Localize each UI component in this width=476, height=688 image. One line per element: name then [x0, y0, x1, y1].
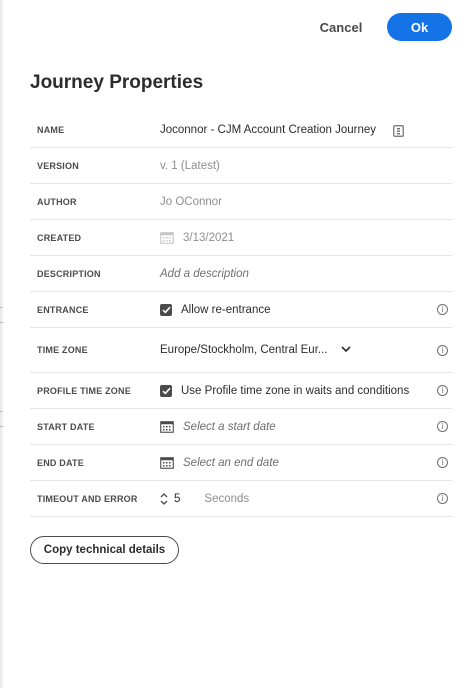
property-row-start-date: START DATE Select a start date i [30, 409, 452, 445]
property-label-profile-time-zone: PROFILE TIME ZONE [37, 385, 131, 396]
property-row-description: DESCRIPTION Add a description [30, 256, 452, 292]
info-icon[interactable]: i [437, 493, 448, 504]
end-date-placeholder: Select an end date [183, 456, 279, 469]
page-title: Journey Properties [30, 72, 204, 93]
stepper-icon[interactable] [160, 492, 168, 506]
time-zone-value: Europe/Stockholm, Central Eur... [160, 344, 328, 356]
allow-reentrance-checkbox[interactable] [160, 303, 172, 316]
profile-time-zone-checkbox[interactable] [160, 384, 172, 397]
description-field[interactable]: Add a description [160, 268, 249, 280]
property-label-created: CREATED [37, 232, 82, 243]
property-label-timeout: TIMEOUT AND ERROR [37, 493, 138, 504]
info-icon[interactable]: i [437, 457, 448, 468]
profile-time-zone-option: Use Profile time zone in waits and condi… [160, 384, 410, 397]
journey-name-field[interactable]: Joconnor - CJM Account Creation Journey [160, 124, 376, 136]
copy-technical-details-button[interactable]: Copy technical details [30, 536, 179, 564]
property-label-end-date: END DATE [37, 457, 84, 468]
created-value-wrap: 3/13/2021 [160, 231, 234, 244]
properties-table: NAME Joconnor - CJM Account Creation Jou… [30, 112, 452, 517]
time-zone-select[interactable]: Europe/Stockholm, Central Eur... [160, 344, 352, 356]
document-icon[interactable] [393, 124, 404, 137]
ok-button[interactable]: Ok [387, 13, 452, 41]
property-row-created: CREATED 3/13/2021 [30, 220, 452, 256]
allow-reentrance-label: Allow re-entrance [181, 303, 271, 316]
info-icon[interactable]: i [437, 421, 448, 432]
property-row-end-date: END DATE Select an end date i [30, 445, 452, 481]
calendar-icon[interactable] [160, 456, 174, 469]
start-date-picker[interactable]: Select a start date [160, 420, 276, 433]
property-row-timeout: TIMEOUT AND ERROR 5 Seconds i [30, 481, 452, 517]
property-label-version: VERSION [37, 160, 79, 171]
property-row-author: AUTHOR Jo OConnor [30, 184, 452, 220]
author-value: Jo OConnor [160, 195, 223, 208]
profile-time-zone-label: Use Profile time zone in waits and condi… [181, 384, 410, 397]
timeout-field: 5 Seconds [160, 492, 249, 506]
property-label-description: DESCRIPTION [37, 268, 101, 279]
cancel-button[interactable]: Cancel [306, 14, 376, 40]
start-date-placeholder: Select a start date [183, 420, 276, 433]
property-row-version: VERSION v. 1 (Latest) [30, 148, 452, 184]
property-label-name: NAME [37, 124, 65, 135]
property-row-profile-time-zone: PROFILE TIME ZONE Use Profile time zone … [30, 373, 452, 409]
timeout-value[interactable]: 5 [174, 493, 180, 505]
calendar-icon [160, 231, 174, 244]
info-icon[interactable]: i [437, 344, 448, 356]
property-row-time-zone: TIME ZONE Europe/Stockholm, Central Eur.… [30, 328, 452, 373]
property-row-entrance: ENTRANCE Allow re-entrance i [30, 292, 452, 328]
created-value: 3/13/2021 [183, 231, 235, 244]
property-row-name: NAME Joconnor - CJM Account Creation Jou… [30, 112, 452, 148]
info-icon[interactable]: i [437, 304, 448, 315]
panel-edge-shadow [0, 0, 4, 688]
property-label-start-date: START DATE [37, 421, 95, 432]
property-label-author: AUTHOR [37, 196, 77, 207]
calendar-icon[interactable] [160, 420, 174, 433]
chevron-down-icon[interactable] [341, 344, 352, 356]
property-label-time-zone: TIME ZONE [37, 345, 88, 355]
version-value: v. 1 (Latest) [160, 159, 220, 172]
journey-name-value: Joconnor - CJM Account Creation Journey [160, 123, 377, 136]
info-icon[interactable]: i [437, 385, 448, 396]
end-date-picker[interactable]: Select an end date [160, 456, 279, 469]
timeout-unit: Seconds [204, 492, 250, 505]
entrance-option: Allow re-entrance [160, 303, 271, 316]
property-label-entrance: ENTRANCE [37, 304, 89, 315]
